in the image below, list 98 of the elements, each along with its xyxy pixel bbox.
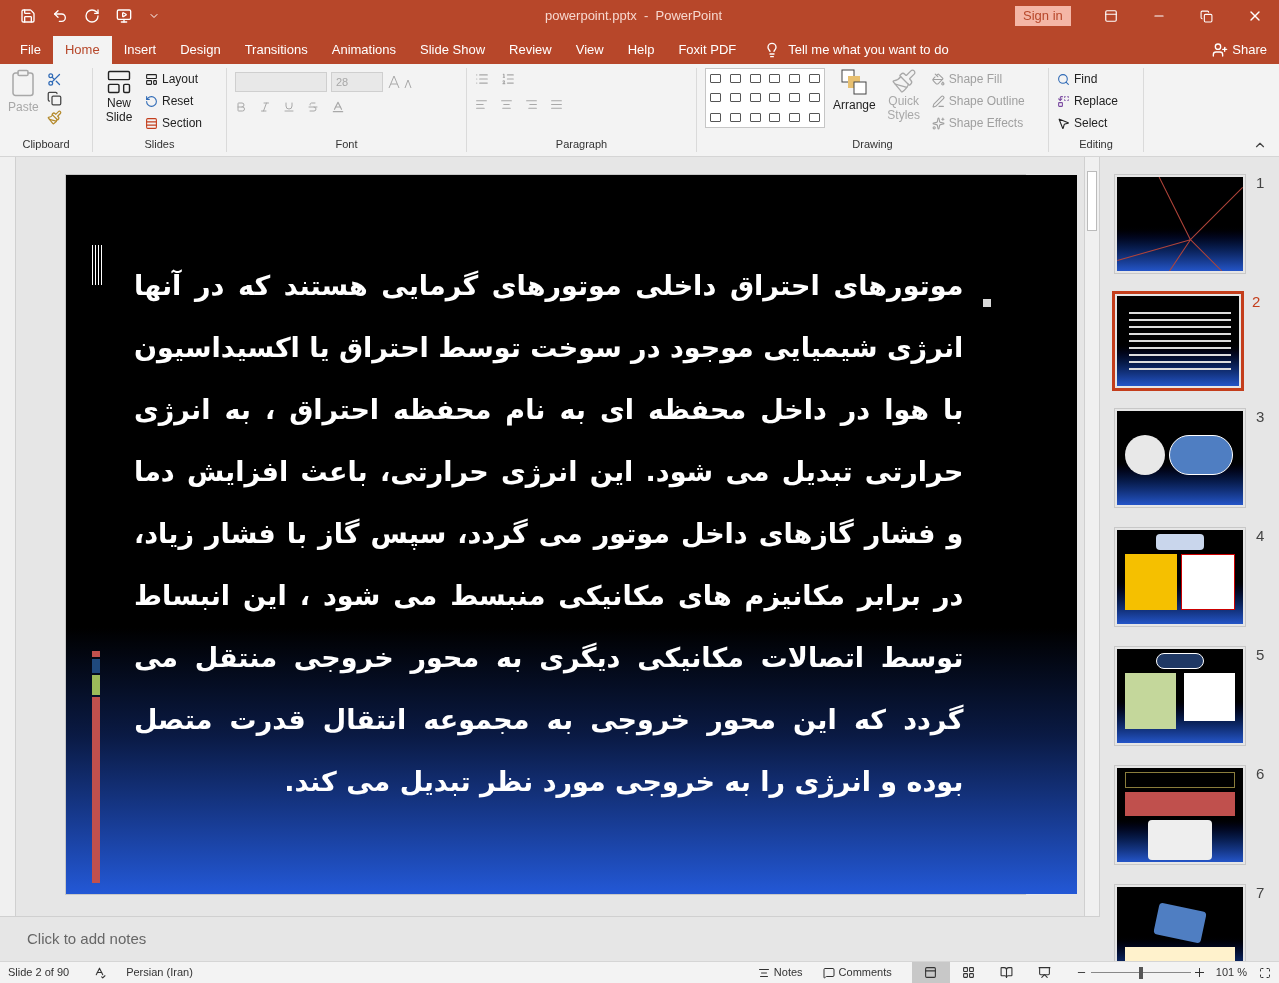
editing-button[interactable]: Replace [1057,90,1135,112]
copy-icon[interactable] [46,91,62,106]
view-icon [962,966,976,979]
tell-me-field[interactable]: Tell me what you want to do [788,40,949,60]
group-label: Slides [143,136,176,152]
share-icon [1212,42,1229,58]
save-icon[interactable] [20,8,36,24]
spelling-icon[interactable] [93,966,107,979]
menu-tab[interactable]: Insert [111,36,169,64]
view-icon [1000,966,1014,979]
slide-thumbnail[interactable] [1114,765,1246,865]
editing-button[interactable]: Select [1057,112,1135,134]
section-icon [145,116,158,130]
fit-slide-icon[interactable] [1259,966,1271,979]
zoom-thumb[interactable] [1138,966,1143,979]
menu-tab[interactable]: Transitions [232,36,320,64]
underline-icon [283,101,295,113]
slide-thumbnail[interactable] [1112,291,1244,391]
align-right-icon [525,98,538,111]
slide-thumbnail[interactable] [1114,527,1246,627]
view-icon [924,966,938,979]
undo-icon[interactable] [52,8,68,24]
font-color-icon [331,100,345,114]
notes-icon [757,966,770,979]
paint-bucket-icon [931,72,945,86]
bullet-square-icon [983,299,992,307]
language-label[interactable]: Persian (Iran) [126,964,193,981]
slide-counter: Slide 2 of 90 [8,965,70,981]
strikethrough-icon [307,101,319,113]
menu-tab[interactable]: Review [497,36,564,64]
align-center-icon [500,98,513,111]
slide-number: 7 [1256,883,1265,903]
search-icon [1057,72,1070,86]
restore-icon[interactable] [1200,9,1213,23]
zoom-percentage[interactable]: 101 % [1215,964,1247,981]
group-label: Editing [1078,136,1114,152]
menu-tab[interactable]: Slide Show [408,36,498,64]
align-left-icon [475,98,488,111]
menu-tab[interactable]: Foxit PDF [666,36,749,64]
view-icon [1038,966,1052,979]
slides-menu-button[interactable]: Reset [145,90,203,112]
slides-menu-button[interactable]: Section [145,112,203,134]
slide-number: 1 [1256,173,1265,193]
slide-number: 5 [1256,645,1265,665]
cut-icon[interactable] [46,72,62,87]
font-name-field[interactable] [235,72,327,92]
group-label: Clipboard [21,136,71,152]
group-label: Font [334,136,359,152]
slide-body-text: موتورهای احتراق داخلی موتورهای گرمایی هستند که در آنها انرژی شیمیایی موجود در سوخت توسط احتراق یا اکسیداسیون با هوا در داخل محفظه ای به نام محفظه احتراق ، به انرژی حرارتی تبدیل می شود. این انرژی حرارتی، باعث افزایش دما و فشار گازهای داخل موتور می گردد، سپس گاز با فشار زیاد، در برابر مکانیزم های مکانیکی منبسط می شود ، این انبساط توسط اتصالات مکانیکی دیگری به محور خروجی منتقل می گردد که این محور خروجی به مجموعه انتقال قدرت متصل بوده و انرژی را به خروجی مورد نظر تبدیل می کند. [134,268,964,800]
menu-tab[interactable]: Design [168,36,233,64]
menu-tab[interactable]: View [563,36,616,64]
shapes-gallery[interactable] [705,68,825,128]
bold-icon [235,101,247,113]
new-slide-button[interactable]: New Slide [101,68,137,136]
replace-icon [1057,94,1070,108]
zoom-in-icon[interactable] [1194,968,1204,977]
slides-menu-button[interactable]: Layout [145,68,203,90]
window-title: powerpoint.pptx - PowerPoint [545,7,724,26]
slide-number: 6 [1256,764,1265,784]
menu-tab[interactable]: Home [52,36,112,64]
menu-tab[interactable]: File [8,36,53,64]
notes-button[interactable]: Notes [757,964,803,981]
slide-number: 3 [1256,407,1265,427]
zoom-slider[interactable] [1090,966,1191,979]
group-label: Drawing [851,136,894,152]
slide-thumbnail[interactable] [1114,646,1246,746]
pointer-icon [1057,116,1070,130]
redo-icon[interactable] [84,8,100,24]
justify-icon [550,98,563,111]
numbering-icon [501,72,515,86]
share-button[interactable]: Share [1212,36,1267,64]
slide-number: 4 [1256,526,1265,546]
vertical-scrollbar[interactable] [1084,157,1100,916]
pen-icon [931,94,945,108]
italic-icon [259,101,271,113]
comments-button[interactable]: Comments [822,964,892,981]
view-button[interactable] [911,961,950,983]
arrange-icon [840,68,869,96]
notes-placeholder[interactable]: Click to add notes [27,927,147,951]
slide-number: 2 [1252,292,1261,312]
comment-icon [822,966,835,979]
menu-tab[interactable]: Animations [319,36,409,64]
slide-thumbnail[interactable] [1114,408,1246,508]
menu-tab[interactable]: Help [615,36,667,64]
sign-in-button[interactable]: Sign in [1015,6,1071,26]
group-label: Paragraph [554,136,609,152]
slideshow-icon[interactable] [116,8,132,24]
quick-styles-icon [890,68,917,94]
layout-icon [145,72,158,86]
arrange-button[interactable]: Arrange [833,68,876,114]
ribbon-display-icon[interactable] [1104,9,1118,23]
effects-icon [931,116,945,130]
bullets-icon [475,72,489,86]
editing-button[interactable]: Find [1057,68,1135,90]
slide-thumbnail[interactable] [1114,884,1246,961]
reset-icon [145,94,158,108]
left-scrollbar[interactable] [0,157,16,916]
new-slide-icon [105,68,133,96]
